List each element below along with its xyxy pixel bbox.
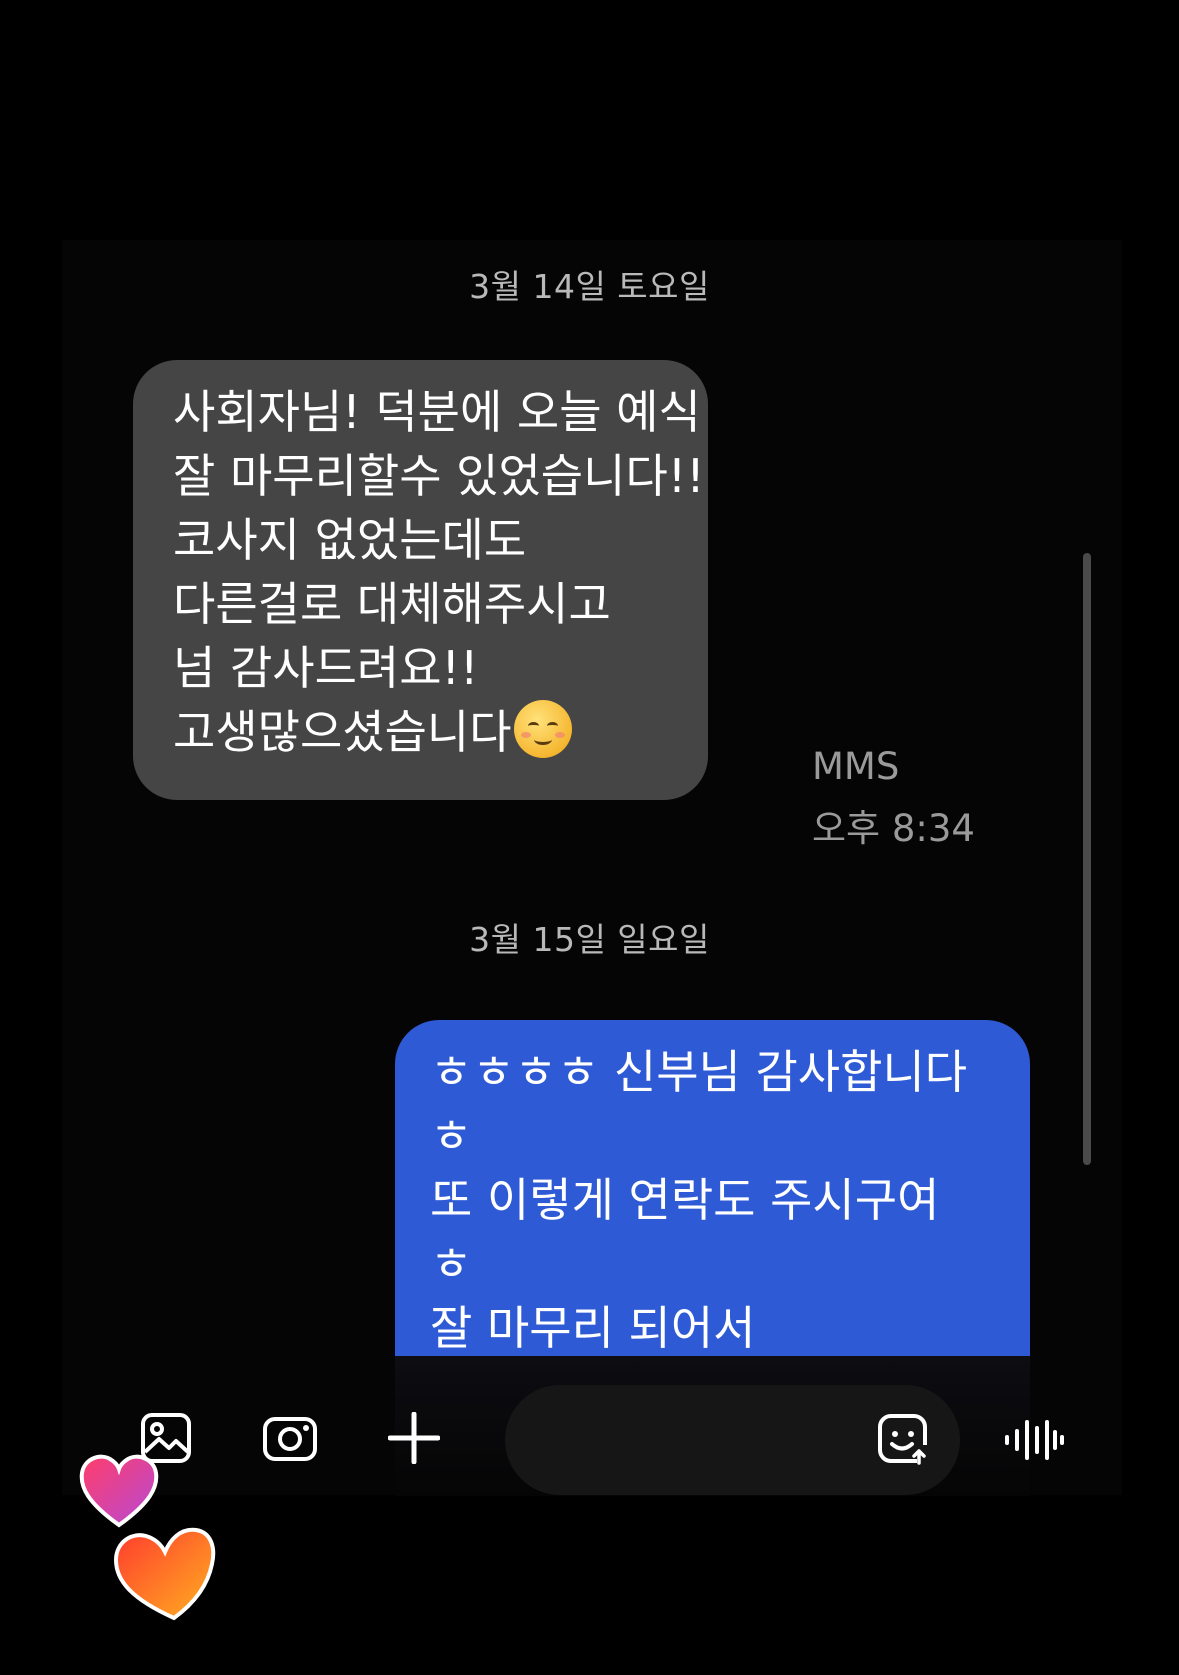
- message-type-label: MMS: [812, 745, 900, 788]
- heart-sticker-pink-icon: [78, 1453, 160, 1529]
- outgoing-message-text: ㅎㅎㅎㅎ 신부님 감사합니다 ㅎ 또 이렇게 연락도 주시구여 ㅎ 잘 마무리 …: [430, 1045, 968, 1355]
- heart-sticker-orange-icon: [112, 1522, 218, 1622]
- incoming-message-bubble[interactable]: 사회자님! 덕분에 오늘 예식 잘 마무리할수 있었습니다!! 코사지 없었는데…: [133, 360, 708, 800]
- sticker-icon[interactable]: [877, 1413, 931, 1465]
- plus-icon[interactable]: [387, 1411, 441, 1465]
- date-separator-1: 3월 14일 토요일: [469, 267, 710, 306]
- scrollbar[interactable]: [1083, 553, 1091, 1165]
- outgoing-message-bubble[interactable]: ㅎㅎㅎㅎ 신부님 감사합니다 ㅎ 또 이렇게 연락도 주시구여 ㅎ 잘 마무리 …: [395, 1020, 1030, 1376]
- voice-icon[interactable]: [1003, 1418, 1065, 1462]
- date-separator-2: 3월 15일 일요일: [469, 920, 710, 959]
- camera-icon[interactable]: [262, 1413, 318, 1463]
- smiling-face-emoji-icon: [513, 700, 572, 758]
- incoming-message-text: 사회자님! 덕분에 오늘 예식 잘 마무리할수 있었습니다!! 코사지 없었는데…: [173, 385, 705, 759]
- message-time: 오후 8:34: [812, 807, 975, 850]
